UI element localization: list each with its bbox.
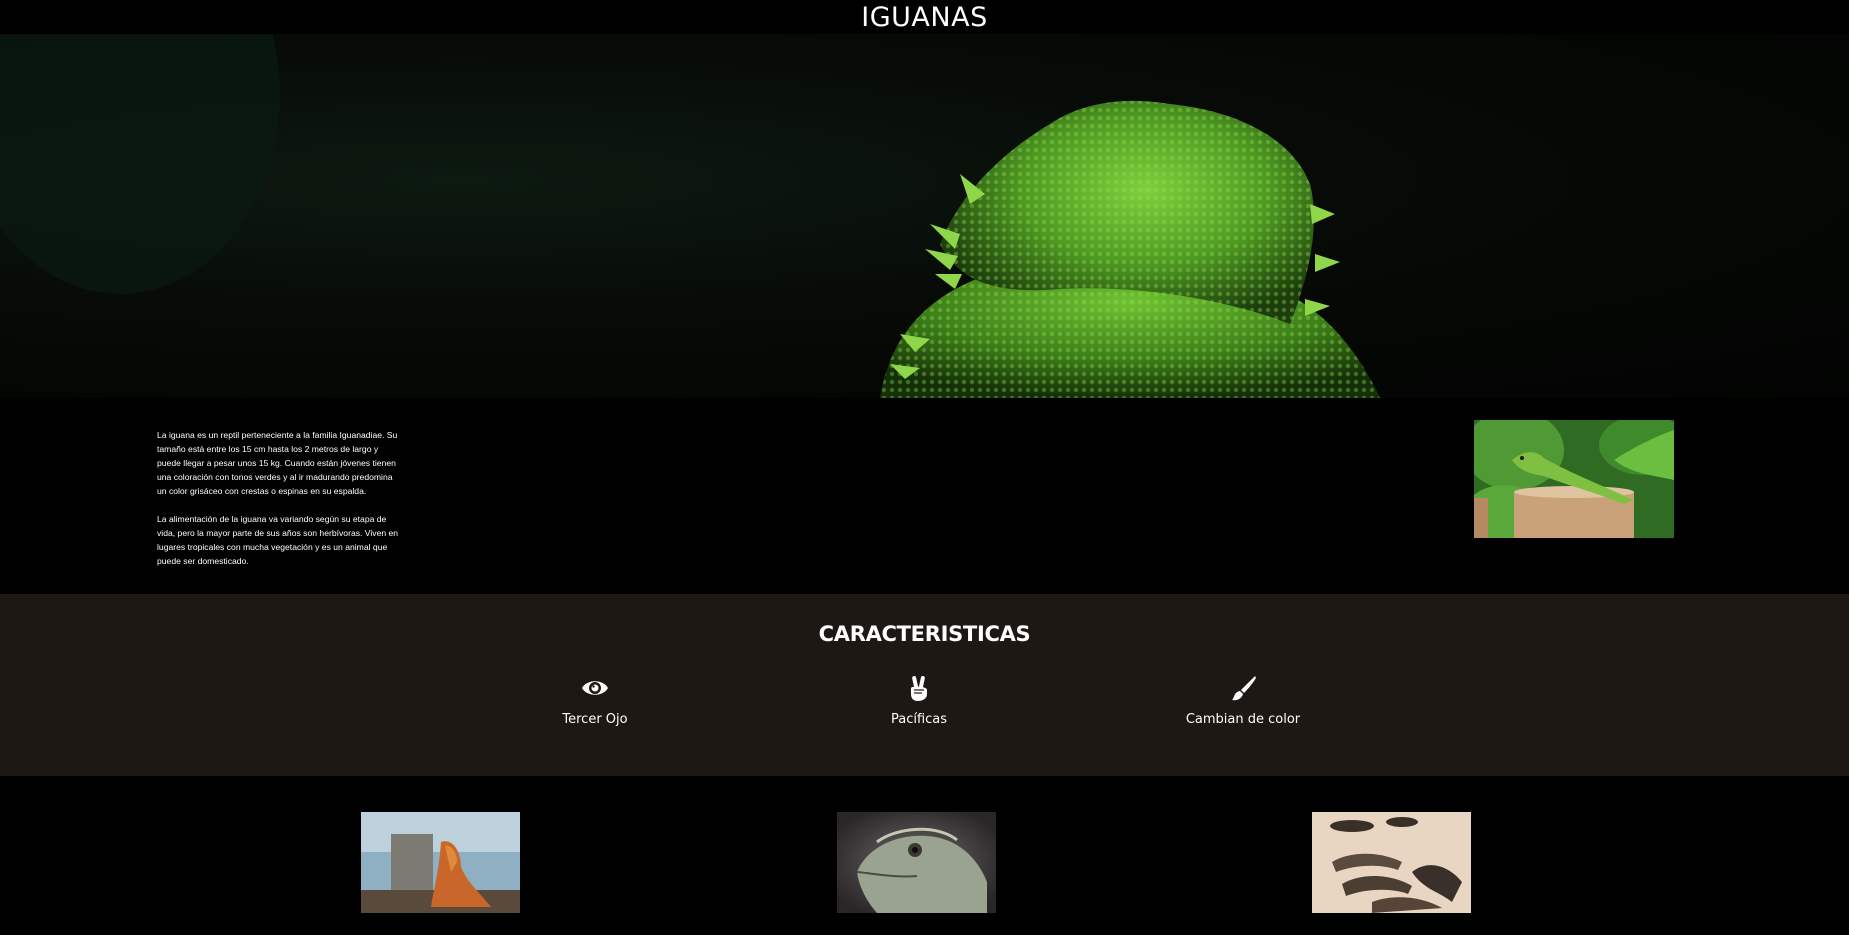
feature-label: Cambian de color [1185,712,1301,727]
hero-iguana-image [0,34,1380,398]
feature-third-eye: Tercer Ojo [495,674,695,727]
gallery-section [0,776,1849,935]
paint-brush-icon [1232,676,1256,701]
features-section: CARACTERISTICAS Tercer Ojo Pacíficas Cam… [0,594,1849,776]
peace-hand-icon [911,676,927,701]
intro-section: La iguana es un reptil perteneciente a l… [0,398,1849,594]
feature-label: Pacíficas [890,712,948,727]
intro-text: La iguana es un reptil perteneciente a l… [157,428,399,582]
intro-paragraph: La alimentación de la iguana va variando… [157,514,399,566]
intro-paragraph: La iguana es un reptil perteneciente a l… [157,430,398,496]
page-title: IGUANAS [861,1,988,33]
green-iguana-photo [1474,420,1674,538]
gallery-image-portrait[interactable] [837,812,996,913]
site-header: IGUANAS [0,0,1849,34]
gallery-image-group[interactable] [1312,812,1471,913]
feature-peaceful: Pacíficas [819,674,1019,727]
hero-banner [0,34,1849,398]
eye-icon [582,681,608,695]
gallery-image-beach[interactable] [361,812,520,913]
features-title: CARACTERISTICAS [818,622,1031,646]
feature-label: Tercer Ojo [562,712,628,727]
feature-change-color: Cambian de color [1143,674,1343,727]
